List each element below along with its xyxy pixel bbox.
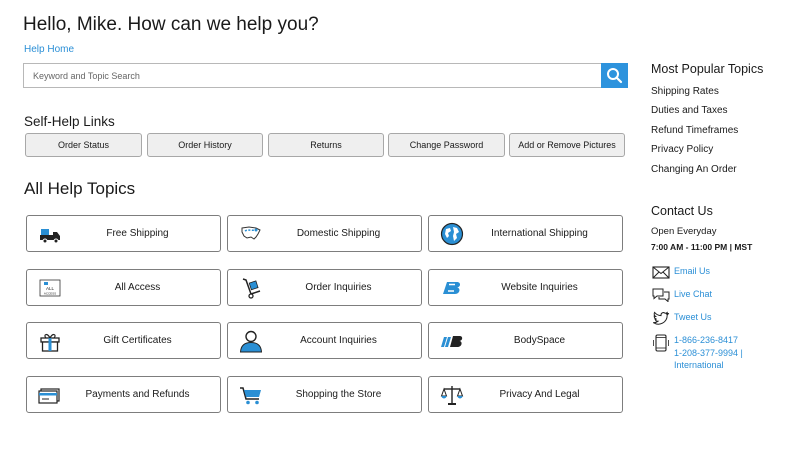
hours-label: Open Everyday — [651, 226, 717, 237]
topic-label: Free Shipping — [106, 228, 169, 239]
us-map-icon — [241, 226, 261, 240]
svg-text:ACCESS: ACCESS — [44, 292, 56, 296]
order-status-button[interactable]: Order Status — [25, 133, 142, 157]
topic-label: All Access — [114, 282, 161, 293]
topic-international-shipping[interactable]: International Shipping — [428, 215, 623, 252]
contact-email[interactable]: Email Us — [652, 265, 710, 279]
chat-bubbles-icon — [652, 288, 670, 302]
popular-link-privacy-policy[interactable]: Privacy Policy — [651, 144, 713, 155]
topic-website-inquiries[interactable]: Website Inquiries — [428, 269, 623, 306]
email-us-link[interactable]: Email Us — [674, 265, 710, 278]
bodyspace-logo-icon — [441, 336, 463, 347]
topic-label: Shopping the Store — [295, 389, 382, 400]
popular-link-shipping-rates[interactable]: Shipping Rates — [651, 86, 719, 97]
help-home-link[interactable]: Help Home — [24, 44, 74, 55]
topic-label: Gift Certificates — [103, 335, 172, 346]
hours-value: 7:00 AM - 11:00 PM | MST — [651, 242, 753, 252]
most-popular-title: Most Popular Topics — [651, 62, 764, 76]
svg-text:ALL: ALL — [46, 286, 55, 291]
change-password-button[interactable]: Change Password — [388, 133, 505, 157]
phone-us-link[interactable]: 1-866-236-8417 — [674, 334, 743, 347]
contact-chat[interactable]: Live Chat — [652, 288, 712, 302]
topic-shopping-store[interactable]: Shopping the Store — [227, 376, 422, 413]
envelope-icon — [652, 266, 670, 279]
topic-label: Order Inquiries — [305, 282, 372, 293]
returns-button[interactable]: Returns — [268, 133, 384, 157]
credit-card-icon — [38, 388, 60, 404]
topic-bodyspace[interactable]: BodySpace — [428, 322, 623, 359]
topic-payments-refunds[interactable]: Payments and Refunds — [26, 376, 221, 413]
scales-icon — [440, 386, 464, 405]
search-icon — [607, 68, 623, 84]
globe-icon — [440, 222, 464, 246]
topic-order-inquiries[interactable]: Order Inquiries — [227, 269, 422, 306]
user-icon — [239, 330, 263, 353]
search-button[interactable] — [601, 63, 628, 88]
contact-us-title: Contact Us — [651, 204, 713, 218]
phone-intl-link[interactable]: 1-208-377-9994 | — [674, 347, 743, 360]
popular-link-changing-order[interactable]: Changing An Order — [651, 164, 737, 175]
hand-truck-icon — [242, 278, 261, 299]
contact-twitter[interactable]: Tweet Us — [652, 311, 712, 325]
add-remove-pictures-button[interactable]: Add or Remove Pictures — [509, 133, 625, 157]
topic-domestic-shipping[interactable]: Domestic Shipping — [227, 215, 422, 252]
mobile-phone-icon — [653, 334, 669, 352]
topic-free-shipping[interactable]: Free Shipping — [26, 215, 221, 252]
topic-label: Payments and Refunds — [85, 389, 190, 400]
delivery-truck-icon — [40, 229, 60, 244]
topic-label: BodySpace — [513, 335, 566, 346]
twitter-bird-icon — [652, 311, 670, 325]
topic-label: Domestic Shipping — [296, 228, 381, 239]
popular-link-refund-timeframes[interactable]: Refund Timeframes — [651, 125, 738, 136]
topic-label: Privacy And Legal — [499, 389, 580, 400]
all-help-topics-title: All Help Topics — [24, 179, 136, 198]
popular-link-duties-taxes[interactable]: Duties and Taxes — [651, 105, 728, 116]
tweet-us-link[interactable]: Tweet Us — [674, 311, 712, 324]
topic-privacy-legal[interactable]: Privacy And Legal — [428, 376, 623, 413]
bodybuilding-logo-icon — [443, 282, 460, 294]
search-input[interactable] — [23, 63, 602, 88]
topic-label: Account Inquiries — [300, 335, 377, 346]
topic-label: Website Inquiries — [501, 282, 578, 293]
contact-phone: 1-866-236-8417 1-208-377-9994 | Internat… — [652, 334, 743, 372]
live-chat-link[interactable]: Live Chat — [674, 288, 712, 301]
shopping-cart-icon — [240, 387, 261, 405]
topic-gift-certificates[interactable]: Gift Certificates — [26, 322, 221, 359]
self-help-title: Self-Help Links — [24, 114, 115, 129]
order-history-button[interactable]: Order History — [147, 133, 263, 157]
topic-label: International Shipping — [491, 228, 588, 239]
gift-icon — [40, 333, 60, 352]
page-greeting: Hello, Mike. How can we help you? — [23, 14, 319, 35]
all-access-pass-icon: ALL ACCESS — [39, 279, 61, 297]
phone-intl-label[interactable]: International — [674, 359, 743, 372]
topic-all-access[interactable]: ALL ACCESS All Access — [26, 269, 221, 306]
search-bar — [23, 63, 628, 88]
topic-account-inquiries[interactable]: Account Inquiries — [227, 322, 422, 359]
